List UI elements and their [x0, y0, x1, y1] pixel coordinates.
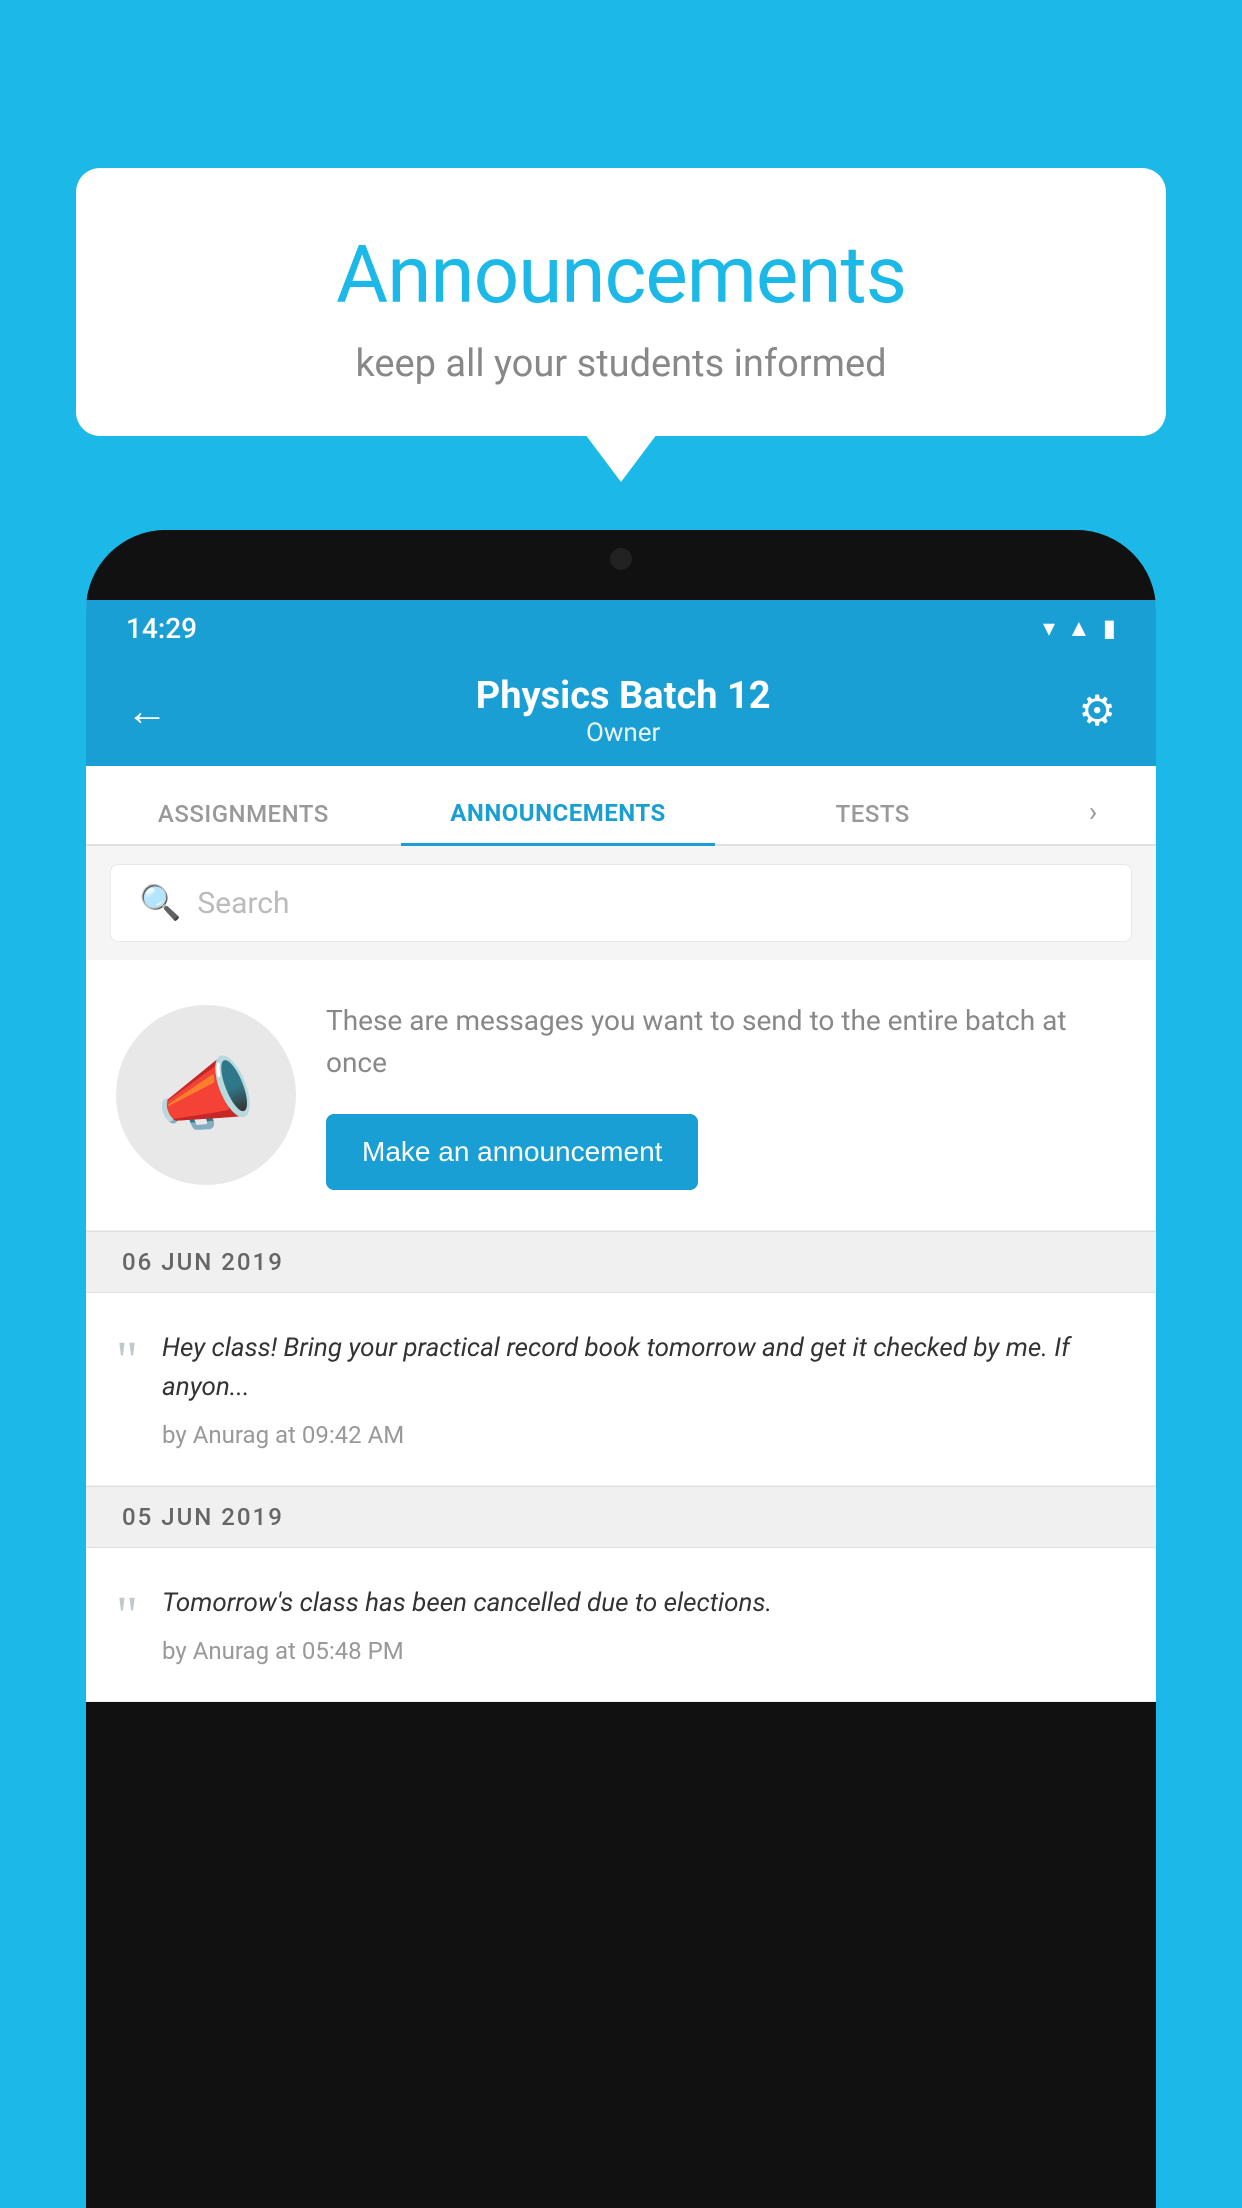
search-placeholder: Search [197, 886, 289, 921]
back-button[interactable]: ← [126, 687, 168, 736]
bubble-subtitle: keep all your students informed [126, 342, 1116, 386]
signal-icon: ▲ [1067, 614, 1091, 643]
app-header: ← Physics Batch 12 Owner ⚙ [86, 656, 1156, 766]
gear-icon[interactable]: ⚙ [1078, 686, 1116, 736]
header-subtitle: Owner [476, 718, 771, 748]
empty-text-area: These are messages you want to send to t… [326, 1000, 1126, 1190]
wifi-icon: ▾ [1043, 614, 1055, 642]
empty-description: These are messages you want to send to t… [326, 1000, 1126, 1084]
search-icon: 🔍 [139, 883, 181, 923]
quote-icon-1: " [116, 1333, 138, 1387]
announcement-meta-1: by Anurag at 09:42 AM [162, 1421, 1126, 1449]
announcement-icon-circle: 📣 [116, 1005, 296, 1185]
announcement-item-1: " Hey class! Bring your practical record… [86, 1293, 1156, 1486]
bubble-title: Announcements [126, 228, 1116, 322]
header-title: Physics Batch 12 [476, 674, 771, 718]
date-separator-1: 06 JUN 2019 [86, 1231, 1156, 1293]
status-time: 14:29 [126, 612, 197, 645]
phone-notch-area [86, 530, 1156, 600]
announcement-meta-2: by Anurag at 05:48 PM [162, 1637, 1126, 1665]
tab-bar: ASSIGNMENTS ANNOUNCEMENTS TESTS › [86, 766, 1156, 846]
app-content: 🔍 Search 📣 These are messages you want t… [86, 846, 1156, 1702]
battery-icon: ▮ [1103, 614, 1116, 642]
camera-dot [610, 548, 632, 570]
date-separator-2: 05 JUN 2019 [86, 1486, 1156, 1548]
tab-announcements[interactable]: ANNOUNCEMENTS [401, 799, 716, 846]
announcement-item-2: " Tomorrow's class has been cancelled du… [86, 1548, 1156, 1702]
tab-more[interactable]: › [1030, 795, 1156, 844]
search-bar[interactable]: 🔍 Search [110, 864, 1132, 942]
announcement-text-2: Tomorrow's class has been cancelled due … [162, 1584, 1126, 1623]
speech-bubble: Announcements keep all your students inf… [76, 168, 1166, 436]
tab-assignments[interactable]: ASSIGNMENTS [86, 800, 401, 844]
empty-state: 📣 These are messages you want to send to… [86, 960, 1156, 1231]
tab-tests[interactable]: TESTS [715, 800, 1030, 844]
search-bar-container: 🔍 Search [86, 846, 1156, 960]
megaphone-icon: 📣 [156, 1048, 256, 1142]
phone-notch [561, 530, 681, 580]
phone-screen: 14:29 ▾ ▲ ▮ ← Physics Batch 12 Owner ⚙ A… [86, 600, 1156, 1702]
header-title-area: Physics Batch 12 Owner [476, 674, 771, 748]
status-icons: ▾ ▲ ▮ [1043, 614, 1116, 643]
phone-frame: 14:29 ▾ ▲ ▮ ← Physics Batch 12 Owner ⚙ A… [86, 530, 1156, 2208]
make-announcement-button[interactable]: Make an announcement [326, 1114, 698, 1190]
status-bar: 14:29 ▾ ▲ ▮ [86, 600, 1156, 656]
announcement-text-area-1: Hey class! Bring your practical record b… [162, 1329, 1126, 1449]
announcement-text-1: Hey class! Bring your practical record b… [162, 1329, 1126, 1407]
announcement-text-area-2: Tomorrow's class has been cancelled due … [162, 1584, 1126, 1665]
quote-icon-2: " [116, 1588, 138, 1642]
